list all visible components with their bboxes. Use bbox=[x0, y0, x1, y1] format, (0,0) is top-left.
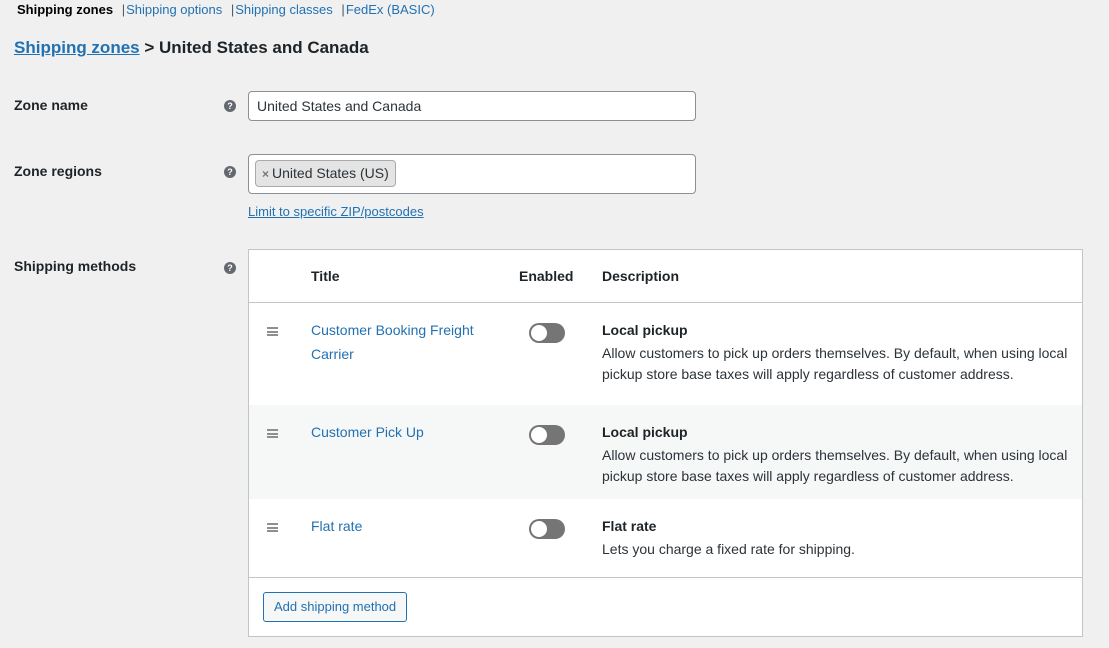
method-title-link[interactable]: Customer Pick Up bbox=[311, 420, 496, 444]
drag-handle-icon[interactable] bbox=[267, 523, 278, 532]
breadcrumb-shipping-zones-link[interactable]: Shipping zones bbox=[14, 38, 140, 57]
enabled-toggle[interactable] bbox=[529, 323, 565, 343]
drag-handle-icon[interactable] bbox=[267, 429, 278, 438]
column-header-enabled: Enabled bbox=[519, 268, 574, 284]
method-title-link[interactable]: Customer Booking Freight Carrier bbox=[311, 318, 496, 366]
table-footer-divider bbox=[249, 577, 1082, 578]
remove-region-icon[interactable]: × bbox=[262, 167, 269, 181]
column-header-description: Description bbox=[602, 268, 680, 284]
nav-shipping-classes[interactable]: Shipping classes bbox=[235, 2, 333, 17]
drag-handle-icon[interactable] bbox=[267, 327, 278, 336]
table-row: Customer Booking Freight Carrier Local p… bbox=[249, 303, 1082, 405]
shipping-methods-label: Shipping methods bbox=[14, 258, 137, 274]
method-description: Allow customers to pick up orders themse… bbox=[602, 345, 1068, 382]
region-chip-label: United States (US) bbox=[272, 165, 389, 181]
zone-name-help-icon[interactable]: ? bbox=[224, 100, 236, 112]
zone-name-input[interactable] bbox=[248, 91, 696, 121]
limit-postcodes-link[interactable]: Limit to specific ZIP/postcodes bbox=[248, 204, 424, 219]
enabled-toggle[interactable] bbox=[529, 425, 565, 445]
method-description: Allow customers to pick up orders themse… bbox=[602, 447, 1068, 484]
column-header-title: Title bbox=[311, 268, 340, 284]
method-type: Flat rate bbox=[602, 518, 657, 534]
shipping-methods-table: Title Enabled Description Customer Booki… bbox=[248, 249, 1083, 637]
add-shipping-method-button[interactable]: Add shipping method bbox=[263, 592, 408, 622]
page-title: Shipping zones > United States and Canad… bbox=[14, 36, 369, 59]
region-chip: × United States (US) bbox=[255, 160, 396, 187]
nav-separator: | bbox=[230, 2, 235, 17]
breadcrumb-current-zone: United States and Canada bbox=[159, 38, 369, 57]
zone-name-label: Zone name bbox=[14, 97, 88, 113]
method-description: Lets you charge a fixed rate for shippin… bbox=[602, 541, 855, 557]
table-row: Customer Pick Up Local pickup Allow cust… bbox=[249, 405, 1082, 499]
shipping-subnav: Shipping zones |Shipping options |Shippi… bbox=[14, 1, 435, 19]
nav-separator: | bbox=[341, 2, 345, 17]
table-row: Flat rate Flat rate Lets you charge a fi… bbox=[249, 499, 1082, 577]
method-type: Local pickup bbox=[602, 424, 688, 440]
nav-shipping-zones[interactable]: Shipping zones bbox=[14, 2, 113, 17]
method-title-link[interactable]: Flat rate bbox=[311, 514, 496, 538]
breadcrumb-separator: > bbox=[144, 38, 155, 57]
nav-shipping-options[interactable]: Shipping options bbox=[126, 2, 222, 17]
nav-fedex[interactable]: FedEx (BASIC) bbox=[346, 2, 435, 17]
zone-regions-label: Zone regions bbox=[14, 163, 102, 179]
zone-regions-help-icon[interactable]: ? bbox=[224, 166, 236, 178]
enabled-toggle[interactable] bbox=[529, 519, 565, 539]
method-type: Local pickup bbox=[602, 322, 688, 338]
nav-separator: | bbox=[121, 2, 126, 17]
shipping-methods-help-icon[interactable]: ? bbox=[224, 262, 236, 274]
zone-regions-select[interactable]: × United States (US) bbox=[248, 154, 696, 194]
